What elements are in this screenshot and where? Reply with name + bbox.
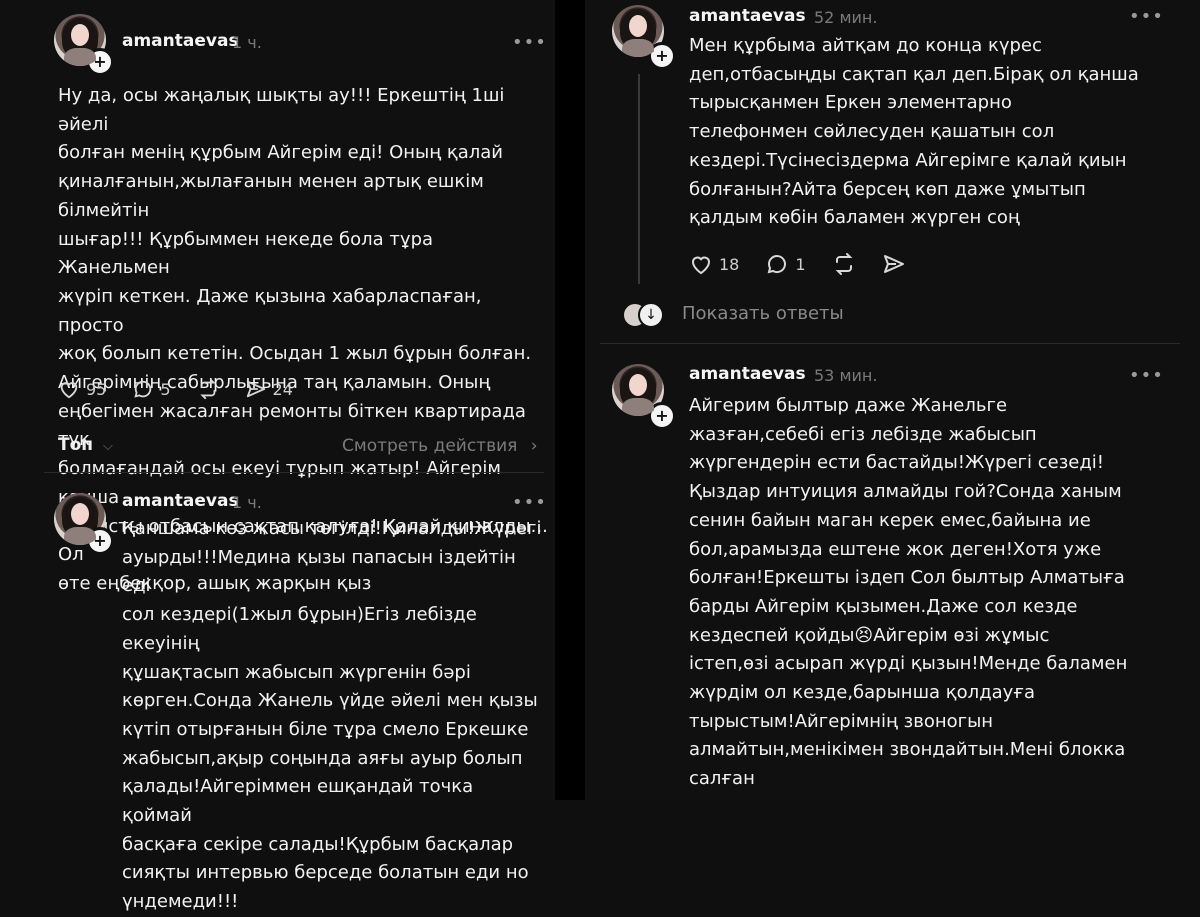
post-2: + amantaevas 1 ч. ••• Қаншама көз жасы т… [0, 473, 555, 912]
comment-icon [134, 380, 152, 398]
send-icon [883, 255, 904, 273]
share-button[interactable] [882, 252, 906, 276]
left-column: + amantaevas 1 ч. ••• Ну да, осы жаңалық… [0, 0, 555, 912]
chevron-right-icon: › [530, 436, 538, 456]
post-actions: 18 1 [689, 252, 932, 276]
post-actions: 95 5 24 [58, 378, 319, 400]
post-1: + amantaevas 1 ч. ••• Ну да, осы жаңалық… [0, 0, 555, 594]
show-replies-arrow-icon[interactable]: ↓ [638, 302, 664, 328]
sort-dropdown[interactable]: Топ ⌵ [58, 435, 113, 455]
post-text: Қаншама көз жасы төгілді!Қиналды!Жүрегі … [122, 518, 542, 913]
like-count: 18 [719, 254, 740, 274]
send-icon [246, 380, 265, 398]
post-time: 1 ч. [232, 493, 262, 512]
heart-icon [691, 256, 711, 275]
share-button[interactable]: 24 [245, 378, 293, 400]
post-text: Мен құрбыма айтқам до конца күрес деп,от… [689, 35, 1139, 229]
share-count: 24 [272, 379, 293, 399]
username[interactable]: amantaevas [689, 364, 806, 384]
post-time: 53 мин. [814, 366, 878, 385]
like-count: 95 [86, 379, 107, 399]
comment-icon [767, 255, 787, 274]
more-options-icon[interactable]: ••• [1129, 365, 1164, 386]
username[interactable]: amantaevas [689, 6, 806, 26]
chevron-down-icon: ⌵ [102, 439, 113, 454]
show-replies-link[interactable]: Показать ответы [682, 303, 844, 324]
more-options-icon[interactable]: ••• [512, 32, 547, 53]
column-gap [555, 0, 585, 800]
username[interactable]: amantaevas [122, 31, 239, 51]
reply-button[interactable]: 1 [765, 252, 806, 276]
see-actions-label: Смотреть действия [342, 436, 518, 456]
repost-icon [199, 378, 216, 400]
thread-line [638, 74, 640, 284]
post-time: 52 мин. [814, 8, 878, 27]
post-time: 1 ч. [232, 33, 262, 52]
like-button[interactable]: 95 [58, 378, 106, 400]
username[interactable]: amantaevas [122, 491, 239, 511]
reply-count: 5 [160, 379, 171, 399]
more-options-icon[interactable]: ••• [512, 492, 547, 513]
sort-label: Топ [58, 435, 94, 455]
post-4: + amantaevas 53 мин. ••• Айгерим былтыр … [585, 344, 1200, 800]
repost-icon [835, 253, 852, 275]
like-button[interactable]: 18 [689, 252, 739, 276]
reply-count: 1 [795, 254, 806, 274]
right-column: + amantaevas 52 мин. ••• Мен құрбыма айт… [585, 0, 1200, 800]
post-3: + amantaevas 52 мин. ••• Мен құрбыма айт… [585, 0, 1200, 345]
more-options-icon[interactable]: ••• [1129, 6, 1164, 27]
see-actions-link[interactable]: Смотреть действия › [342, 436, 538, 456]
post-text: Айгерим былтыр даже Жанельге жазған,себе… [689, 395, 1128, 790]
repost-button[interactable] [197, 378, 219, 400]
reply-button[interactable]: 5 [132, 378, 171, 400]
heart-icon [60, 382, 78, 399]
repost-button[interactable] [832, 252, 856, 276]
